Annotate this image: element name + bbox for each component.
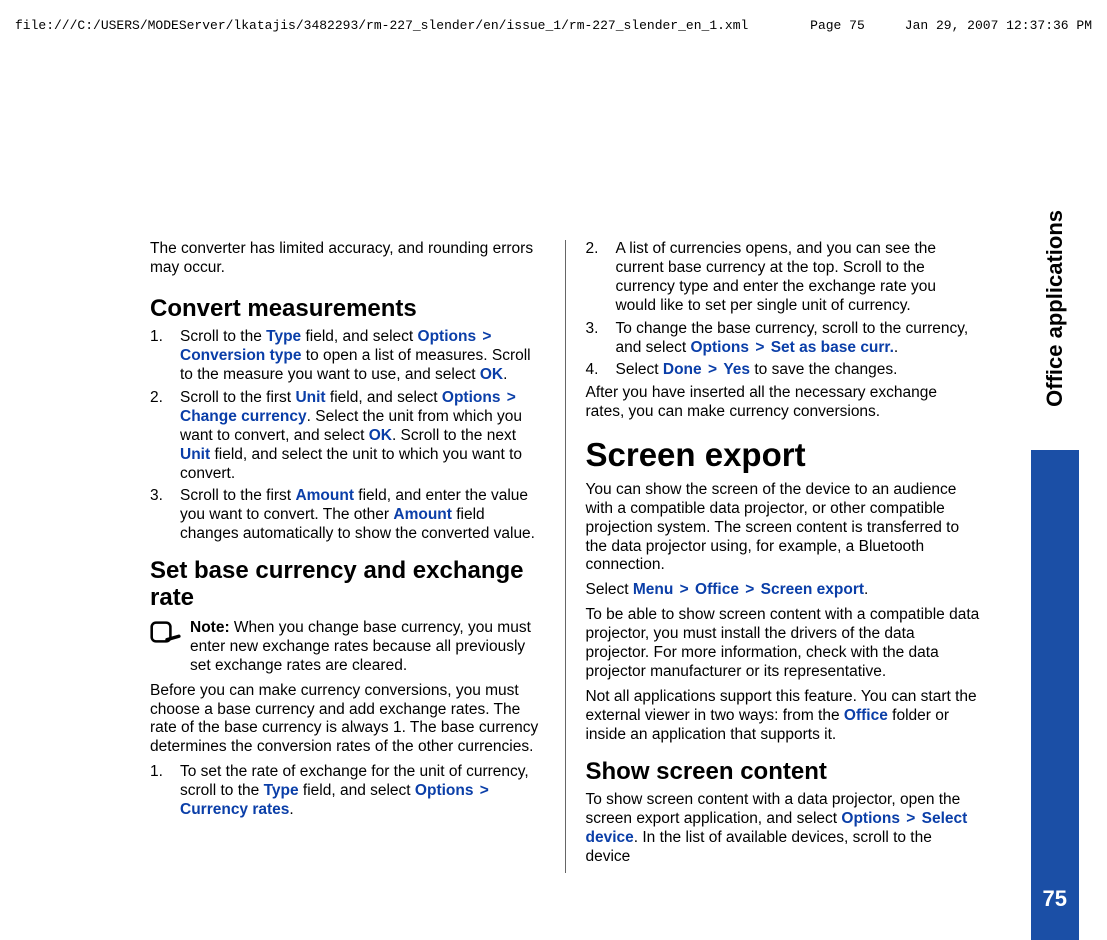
list-item: Scroll to the first Amount field, and en… [150, 487, 545, 544]
body-text: To be able to show screen content with a… [585, 606, 980, 682]
arrow-icon: > [904, 810, 917, 827]
keyword-currency-rates: Currency rates [180, 801, 289, 818]
convert-steps-list: Scroll to the Type field, and select Opt… [150, 328, 545, 544]
keyword-office: Office [844, 707, 888, 724]
intro-text: The converter has limited accuracy, and … [150, 240, 545, 278]
heading-convert-measurements: Convert measurements [150, 296, 545, 322]
keyword-menu: Menu [633, 581, 673, 598]
keyword-type: Type [264, 782, 299, 799]
keyword-screen-export: Screen export [761, 581, 864, 598]
keyword-yes: Yes [723, 361, 750, 378]
body-text: Before you can make currency conversions… [150, 682, 545, 758]
body-text: Not all applications support this featur… [585, 688, 980, 745]
currency-steps-list: To set the rate of exchange for the unit… [150, 763, 545, 820]
keyword-options: Options [418, 328, 477, 345]
heading-show-screen-content: Show screen content [585, 759, 980, 785]
heading-set-base-currency: Set base currency and exchange rate [150, 558, 545, 611]
heading-screen-export: Screen export [585, 438, 980, 473]
note-icon [150, 619, 184, 645]
keyword-options: Options [442, 389, 501, 406]
body-text: Select Menu > Office > Screen export. [585, 581, 980, 600]
list-item: Select Done > Yes to save the changes. [585, 361, 980, 380]
keyword-change-currency: Change currency [180, 408, 307, 425]
arrow-icon: > [753, 339, 766, 356]
body-text: You can show the screen of the device to… [585, 481, 980, 576]
keyword-options: Options [841, 810, 900, 827]
keyword-set-as-base: Set as base curr. [771, 339, 894, 356]
body-text: To show screen content with a data proje… [585, 791, 980, 867]
keyword-options: Options [415, 782, 474, 799]
list-item: Scroll to the Type field, and select Opt… [150, 328, 545, 385]
section-tab-label: Office applications [1042, 210, 1068, 407]
sidebar-band [1031, 450, 1079, 940]
list-item: To set the rate of exchange for the unit… [150, 763, 545, 820]
keyword-done: Done [663, 361, 702, 378]
currency-steps-list-cont: A list of currencies opens, and you can … [585, 240, 980, 380]
keyword-conversion-type: Conversion type [180, 347, 301, 364]
print-header: file:///C:/USERS/MODEServer/lkatajis/348… [0, 18, 1107, 33]
keyword-amount: Amount [295, 487, 354, 504]
list-item: A list of currencies opens, and you can … [585, 240, 980, 316]
file-path: file:///C:/USERS/MODEServer/lkatajis/348… [15, 18, 810, 33]
note-text: Note: When you change base currency, you… [190, 619, 545, 676]
timestamp: Jan 29, 2007 12:37:36 PM [905, 18, 1092, 33]
page-indicator: Page 75 [810, 18, 865, 33]
arrow-icon: > [480, 328, 493, 345]
keyword-type: Type [266, 328, 301, 345]
keyword-options: Options [690, 339, 749, 356]
arrow-icon: > [478, 782, 491, 799]
keyword-amount: Amount [393, 506, 452, 523]
arrow-icon: > [743, 581, 756, 598]
right-column: A list of currencies opens, and you can … [585, 240, 980, 873]
list-item: Scroll to the first Unit field, and sele… [150, 389, 545, 484]
section-tab: Office applications [1031, 210, 1079, 407]
list-item: To change the base currency, scroll to t… [585, 320, 980, 358]
arrow-icon: > [505, 389, 518, 406]
arrow-icon: > [678, 581, 691, 598]
arrow-icon: > [706, 361, 719, 378]
keyword-unit: Unit [295, 389, 325, 406]
note-block: Note: When you change base currency, you… [150, 619, 545, 682]
keyword-ok: OK [480, 366, 503, 383]
keyword-ok: OK [369, 427, 392, 444]
body-text: After you have inserted all the necessar… [585, 384, 980, 422]
column-divider [565, 240, 566, 873]
keyword-unit: Unit [180, 446, 210, 463]
page-body: The converter has limited accuracy, and … [150, 240, 980, 873]
page-number: 75 [1043, 886, 1067, 912]
left-column: The converter has limited accuracy, and … [150, 240, 545, 873]
keyword-office: Office [695, 581, 739, 598]
